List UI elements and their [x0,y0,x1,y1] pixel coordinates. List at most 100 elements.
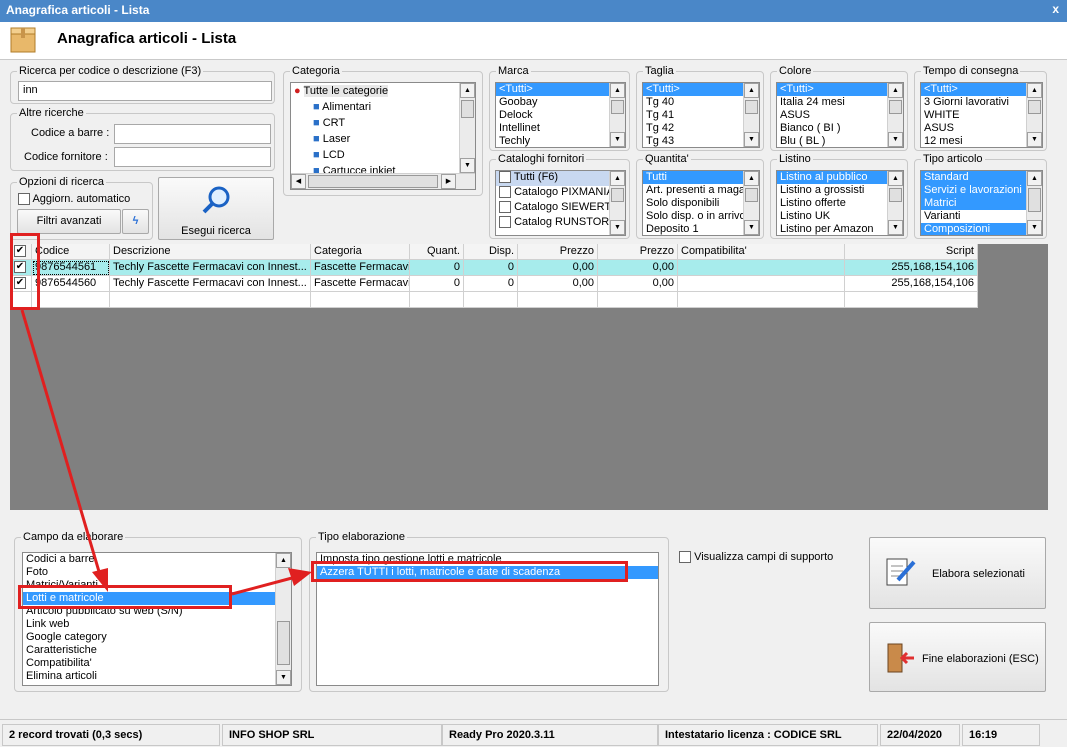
cell-quant[interactable]: 0 [410,260,464,276]
list-item[interactable]: Solo disponibili [643,197,759,210]
list-item[interactable]: ASUS [777,109,903,122]
list-item[interactable]: Tutti (F6) [496,171,609,186]
catalogs-scrollbar[interactable]: ▲ ▼ [609,171,625,235]
tree-item[interactable]: ■ LCD [291,147,475,163]
list-item[interactable]: Italia 24 mesi [777,96,903,109]
list-item[interactable]: Catalogo PIXMANIA [496,186,625,201]
scroll-up-icon[interactable]: ▲ [276,553,291,568]
list-item[interactable]: Servizi e lavorazioni [921,184,1026,197]
list-item[interactable]: Compatibilita' [23,657,291,670]
scroll-left-icon[interactable]: ◀ [291,174,306,189]
list-item[interactable]: Delock [496,109,625,122]
size-scrollbar[interactable]: ▲ ▼ [743,83,759,147]
cell-disp[interactable]: 0 [464,260,518,276]
list-item[interactable]: ASUS [921,122,1042,135]
category-hscrollbar[interactable]: ◀ ▶ [291,173,475,189]
col-header-descrizione[interactable]: Descrizione [110,244,311,260]
process-selected-button[interactable]: Elabora selezionati [869,537,1046,609]
advanced-filters-button[interactable]: Filtri avanzati [17,209,121,234]
scroll-down-icon[interactable]: ▼ [610,132,625,147]
list-item[interactable]: Listino per Amazon [777,223,903,235]
list-item[interactable]: <Tutti> [777,83,888,97]
list-item[interactable]: Standard [921,171,1026,184]
scroll-right-icon[interactable]: ▶ [441,174,456,189]
list-item[interactable]: Art. presenti a magazzino [643,184,759,197]
list-item[interactable]: Composizioni [921,223,1026,235]
delivery-time-list[interactable]: <Tutti> 3 Giorni lavorativi WHITE ASUS 1… [920,82,1043,148]
cell-codice[interactable]: 9876544560 [32,276,110,292]
cell-compatibilita[interactable] [678,276,845,292]
finish-processing-button[interactable]: Fine elaborazioni (ESC) [869,622,1046,692]
color-list[interactable]: <Tutti> Italia 24 mesi ASUS Bianco ( BI … [776,82,904,148]
category-tree[interactable]: ● Tutte le categorie ■ Alimentari ■ CRT … [290,82,476,190]
list-item[interactable]: Tutti [643,171,743,184]
col-header-codice[interactable]: Codice [32,244,110,260]
list-item[interactable]: Tg 40 [643,96,759,109]
cell-script[interactable]: 255,168,154,106 [845,260,978,276]
col-header-disp[interactable]: Disp. [464,244,518,260]
list-item[interactable]: Deposito 1 [643,223,759,235]
list-item[interactable]: Codici a barre [23,553,291,566]
color-scrollbar[interactable]: ▲ ▼ [887,83,903,147]
col-header-prezzo[interactable]: Prezzo [518,244,598,260]
cell-compatibilita[interactable] [678,260,845,276]
scroll-down-icon[interactable]: ▼ [610,220,625,235]
list-item[interactable]: Tg 42 [643,122,759,135]
list-item[interactable]: 3 Giorni lavorativi [921,96,1042,109]
list-item[interactable]: Catalog RUNSTORE [496,216,625,231]
scroll-thumb[interactable] [1028,100,1041,114]
scroll-thumb[interactable] [277,621,290,665]
size-list[interactable]: <Tutti> Tg 40 Tg 41 Tg 42 Tg 43 ▲ ▼ [642,82,760,148]
list-item[interactable]: Varianti [921,210,1042,223]
scroll-up-icon[interactable]: ▲ [888,171,903,186]
scroll-up-icon[interactable]: ▲ [610,83,625,98]
list-item[interactable]: Matrici [921,197,1026,210]
delivery-scrollbar[interactable]: ▲ ▼ [1026,83,1042,147]
scroll-thumb[interactable] [889,100,902,114]
scroll-down-icon[interactable]: ▼ [888,220,903,235]
close-icon[interactable]: x [1052,2,1059,16]
list-item[interactable]: Caratteristiche [23,644,291,657]
list-item[interactable]: <Tutti> [643,83,744,97]
scroll-up-icon[interactable]: ▲ [610,171,625,186]
table-row[interactable]: ✔ 9876544561 Techly Fascette Fermacavi c… [10,260,978,276]
scroll-thumb[interactable] [745,100,758,114]
field-to-process-list[interactable]: Codici a barre Foto Matrici/Varianti Lot… [22,552,292,686]
quantity-list[interactable]: Tutti Art. presenti a magazzino Solo dis… [642,170,760,236]
checkbox-box[interactable] [499,216,511,229]
list-item[interactable]: Intellinet [496,122,625,135]
field-scrollbar[interactable]: ▲ ▼ [275,553,291,685]
brand-list[interactable]: <Tutti> Goobay Delock Intellinet Techly … [495,82,626,148]
list-item[interactable]: <Tutti> [496,83,610,97]
auto-update-checkbox[interactable]: Aggiorn. automatico [18,193,130,206]
scroll-down-icon[interactable]: ▼ [276,670,291,685]
run-search-button[interactable]: Esegui ricerca [158,177,274,240]
article-type-scrollbar[interactable]: ▲ ▼ [1026,171,1042,235]
cell-categoria[interactable]: Fascette Fermacavi [311,276,410,292]
checkbox-box[interactable] [499,171,511,184]
list-item[interactable]: Blu ( BL ) [777,135,903,147]
list-item[interactable]: Catalogo SIEWERT [496,201,625,216]
scroll-up-icon[interactable]: ▲ [744,83,759,98]
list-item[interactable]: Solo disp. o in arrivo [643,210,759,223]
scroll-up-icon[interactable]: ▲ [744,171,759,186]
cell-prezzo-2[interactable]: 0,00 [598,276,678,292]
cell-prezzo[interactable]: 0,00 [518,276,598,292]
cell-descrizione[interactable]: Techly Fascette Fermacavi con Innest... [110,260,311,276]
scroll-thumb[interactable] [611,188,624,202]
scroll-down-icon[interactable]: ▼ [888,132,903,147]
scroll-down-icon[interactable]: ▼ [1027,132,1042,147]
scroll-down-icon[interactable]: ▼ [744,132,759,147]
cell-descrizione[interactable]: Techly Fascette Fermacavi con Innest... [110,276,311,292]
article-type-list[interactable]: Standard Servizi e lavorazioni Matrici V… [920,170,1043,236]
tree-item[interactable]: ■ CRT [291,115,475,131]
cell-codice[interactable]: 9876544561 [32,260,110,276]
tree-item[interactable]: ■ Alimentari [291,99,475,115]
list-item[interactable]: Listino a grossisti [777,184,903,197]
list-item[interactable]: Tg 43 [643,135,759,147]
list-item[interactable]: <Tutti> [921,83,1027,97]
list-item[interactable]: Listino al pubblico [777,171,887,184]
list-item[interactable]: Tg 41 [643,109,759,122]
checkbox-box[interactable] [499,201,511,214]
cell-disp[interactable]: 0 [464,276,518,292]
